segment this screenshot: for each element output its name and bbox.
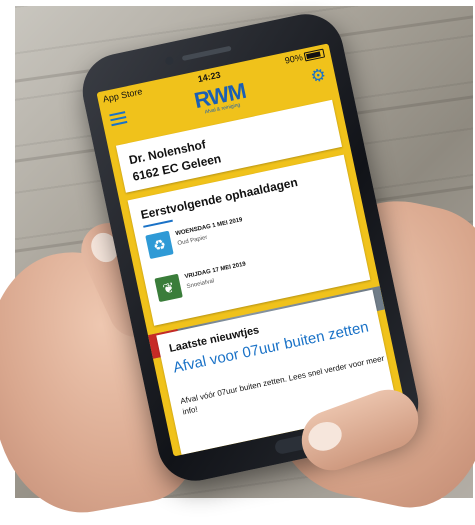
paper-recycling-icon: ♻ xyxy=(145,230,174,260)
gear-icon[interactable]: ⚙ xyxy=(309,65,328,87)
status-time: 14:23 xyxy=(196,69,222,85)
front-camera xyxy=(164,56,175,66)
pickup-type: Snoeiafval xyxy=(186,278,215,291)
title-underline xyxy=(143,219,173,228)
earpiece-speaker xyxy=(181,45,232,62)
battery-percent: 90% xyxy=(283,52,304,66)
hamburger-menu-icon[interactable] xyxy=(109,111,128,127)
battery-icon xyxy=(303,48,326,62)
pickup-date: WOENSDAG 1 MEI 2019 xyxy=(174,217,244,238)
pickup-type: Oud Papier xyxy=(177,234,209,247)
branch-pruning-icon: ❦ xyxy=(154,273,183,303)
